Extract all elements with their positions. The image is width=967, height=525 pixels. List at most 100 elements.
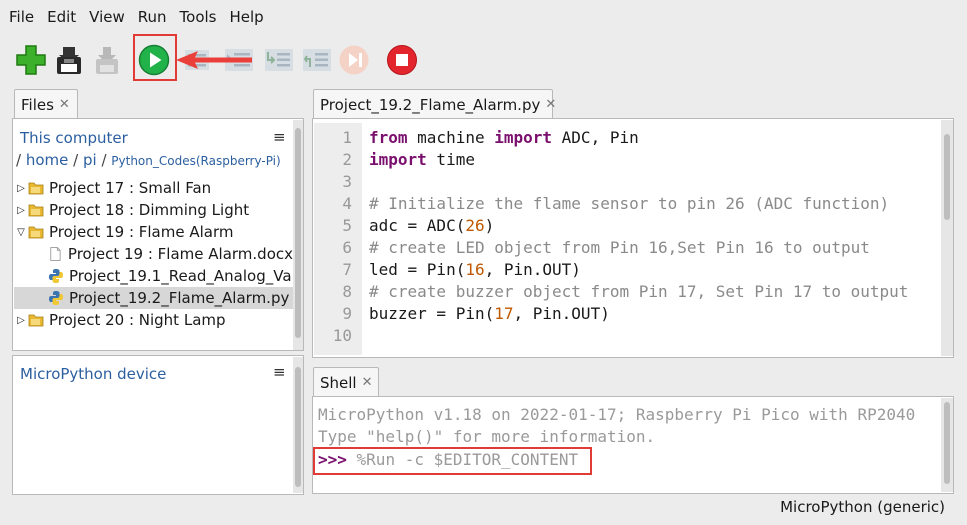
- collapsed-arrow-icon[interactable]: ▷: [14, 315, 28, 326]
- tree-row-label: Project_19.2_Flame_Alarm.py: [69, 289, 290, 307]
- this-computer-title: This computer: [20, 129, 128, 147]
- tree-row-label: Project 17 : Small Fan: [49, 179, 212, 197]
- tree-row-label: Project 19 : Flame Alarm.docx: [67, 245, 293, 263]
- breadcrumb-home[interactable]: home: [26, 151, 69, 169]
- tab-shell[interactable]: Shell ✕: [313, 367, 379, 397]
- run-button-highlight: [133, 34, 177, 81]
- breadcrumb: / home / pi / Python_Codes(Raspberry-Pi): [16, 151, 281, 169]
- menu-edit[interactable]: Edit: [40, 0, 82, 34]
- code-line[interactable]: 1 from machine import ADC, Pin: [314, 126, 638, 148]
- collapsed-arrow-icon[interactable]: ▷: [14, 205, 28, 216]
- menu-file[interactable]: File: [2, 0, 40, 34]
- tree-row-label: Project 18 : Dimming Light: [49, 201, 250, 219]
- resume-button[interactable]: [337, 42, 371, 78]
- python-icon: [49, 269, 63, 283]
- load-file-button[interactable]: [90, 42, 124, 78]
- floppy-icon: [57, 47, 81, 74]
- code-text: # Initialize the flame sensor to pin 26 …: [369, 193, 890, 213]
- line-number: 6: [342, 237, 352, 257]
- tree-row[interactable]: Project 19 : Flame Alarm.docx: [14, 243, 293, 265]
- code-text: led = Pin(16, Pin.OUT): [369, 259, 581, 279]
- tree-row[interactable]: ▷ Project 18 : Dimming Light: [14, 199, 293, 221]
- close-icon[interactable]: ✕: [545, 97, 556, 112]
- folder-icon: [28, 314, 44, 327]
- code-text: from machine import ADC, Pin: [369, 127, 639, 147]
- scrollbar-thumb[interactable]: [295, 128, 301, 338]
- code-line[interactable]: 2 import time: [314, 148, 475, 170]
- line-number: 8: [342, 281, 352, 301]
- tab-editor-label: Project_19.2_Flame_Alarm.py: [320, 95, 541, 114]
- tab-editor-file[interactable]: Project_19.2_Flame_Alarm.py ✕: [313, 89, 556, 119]
- line-number: 1: [342, 127, 352, 147]
- expanded-arrow-icon[interactable]: ▽: [14, 227, 28, 238]
- tree-row[interactable]: ▽ Project 19 : Flame Alarm: [14, 221, 293, 243]
- menu-icon[interactable]: ≡: [273, 128, 286, 146]
- tree-row-selected[interactable]: Project_19.2_Flame_Alarm.py: [14, 287, 293, 309]
- line-number: 10: [332, 325, 352, 345]
- scrollbar-thumb[interactable]: [944, 134, 950, 220]
- save-file-button[interactable]: [52, 42, 86, 78]
- tree-row[interactable]: ▷ Project 17 : Small Fan: [14, 177, 293, 199]
- scrollbar-thumb[interactable]: [944, 402, 950, 484]
- code-text: import time: [369, 149, 475, 169]
- resume-icon: [339, 45, 369, 75]
- menu-view[interactable]: View: [82, 0, 131, 34]
- code-line[interactable]: 10: [314, 324, 352, 346]
- code-line[interactable]: 7 led = Pin(16, Pin.OUT): [314, 258, 581, 280]
- step-out-button[interactable]: [300, 42, 334, 78]
- tree-row[interactable]: Project_19.1_Read_Analog_Va: [14, 265, 293, 287]
- code-line[interactable]: 5 adc = ADC(26): [314, 214, 494, 236]
- line-number: 9: [342, 303, 352, 323]
- collapsed-arrow-icon[interactable]: ▷: [14, 183, 28, 194]
- menu-help[interactable]: Help: [223, 0, 270, 34]
- step-out-icon: [303, 49, 331, 71]
- tab-files[interactable]: Files ✕: [14, 89, 78, 119]
- plus-icon: [16, 45, 46, 75]
- tab-files-label: Files: [21, 95, 54, 114]
- tab-shell-label: Shell: [320, 373, 357, 392]
- line-number: 7: [342, 259, 352, 279]
- code-text: # create LED object from Pin 16,Set Pin …: [369, 237, 870, 257]
- folder-icon: [28, 182, 44, 195]
- close-icon[interactable]: ✕: [59, 97, 70, 112]
- line-number: 5: [342, 215, 352, 235]
- breadcrumb-pi[interactable]: pi: [83, 151, 97, 169]
- line-number: 4: [342, 193, 352, 213]
- folder-icon: [28, 204, 44, 217]
- menu-bar: File Edit View Run Tools Help: [0, 0, 967, 34]
- device-scrollbar[interactable]: [293, 357, 303, 493]
- micropython-device-title: MicroPython device: [20, 365, 167, 383]
- shell-command-highlight: [313, 447, 592, 475]
- folder-icon: [28, 226, 44, 239]
- tree-row[interactable]: ▷ Project 20 : Night Lamp: [14, 309, 293, 331]
- files-scrollbar[interactable]: [293, 120, 303, 350]
- document-icon: [50, 247, 61, 261]
- editor-scrollbar[interactable]: [941, 120, 953, 356]
- code-text: adc = ADC(26): [369, 215, 495, 235]
- tree-row-label: Project_19.1_Read_Analog_Va: [69, 267, 292, 285]
- step-into-icon: [265, 49, 293, 71]
- breadcrumb-python-codes[interactable]: Python_Codes(Raspberry-Pi): [111, 154, 280, 168]
- shell-scrollbar[interactable]: [941, 398, 953, 492]
- tree-row-label: Project 20 : Night Lamp: [49, 311, 226, 329]
- shell-output-line: MicroPython v1.18 on 2022-01-17; Raspber…: [318, 405, 916, 424]
- stop-button[interactable]: [385, 42, 419, 78]
- interpreter-status[interactable]: MicroPython (generic): [780, 498, 945, 516]
- scrollbar-thumb[interactable]: [295, 367, 301, 487]
- new-file-button[interactable]: [14, 42, 48, 78]
- code-line[interactable]: 6 # create LED object from Pin 16,Set Pi…: [314, 236, 870, 258]
- stop-icon: [387, 45, 417, 75]
- menu-icon[interactable]: ≡: [273, 363, 286, 381]
- left-arrow-icon: [176, 51, 252, 69]
- close-icon[interactable]: ✕: [362, 375, 373, 390]
- code-line[interactable]: 9 buzzer = Pin(17, Pin.OUT): [314, 302, 609, 324]
- code-line[interactable]: 3: [314, 170, 352, 192]
- shell-output-line: Type "help()" for more information.: [318, 427, 656, 446]
- menu-run[interactable]: Run: [131, 0, 173, 34]
- code-line[interactable]: 8 # create buzzer object from Pin 17, Se…: [314, 280, 908, 302]
- code-line[interactable]: 4 # Initialize the flame sensor to pin 2…: [314, 192, 889, 214]
- menu-tools[interactable]: Tools: [173, 0, 223, 34]
- step-into-button[interactable]: [262, 42, 296, 78]
- code-text: # create buzzer object from Pin 17, Set …: [369, 281, 909, 301]
- code-text: buzzer = Pin(17, Pin.OUT): [369, 303, 610, 323]
